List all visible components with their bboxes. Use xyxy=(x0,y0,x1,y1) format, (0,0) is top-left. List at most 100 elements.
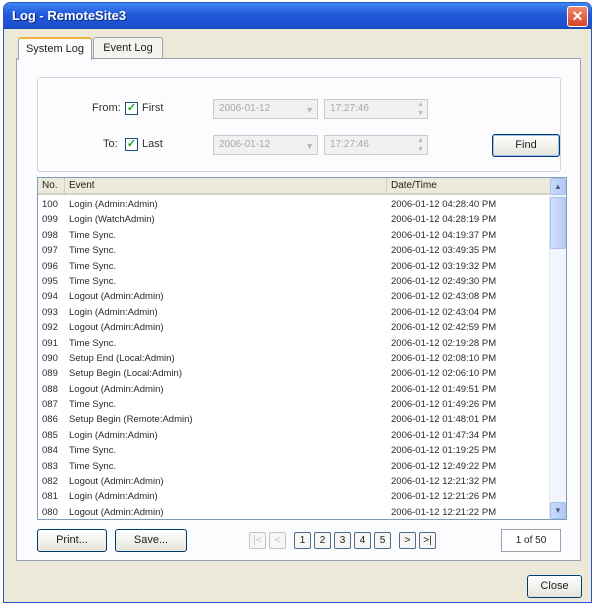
last-checkbox[interactable]: ✓ xyxy=(125,138,138,151)
table-row[interactable]: 090 Setup End (Local:Admin) 2006-01-12 02:… xyxy=(38,351,550,366)
row-number: 082 xyxy=(42,476,58,488)
last-label: Last xyxy=(142,138,163,150)
table-row[interactable]: 088 Logout (Admin:Admin) 2006-01-12 01:49:… xyxy=(38,382,550,397)
row-datetime: 2006-01-12 02:43:04 PM xyxy=(391,306,497,318)
table-row[interactable]: 086 Setup Begin (Remote:Admin) 2006-01-12 … xyxy=(38,412,550,427)
system-log-panel: From: ✓ First 2006-01-12 ▼ 17:27:46 ▲ ▼ T… xyxy=(16,58,581,561)
tab-system-log[interactable]: System Log xyxy=(18,37,92,60)
log-list[interactable]: No. Event Date/Time 100 Login (Admin:Admi… xyxy=(37,177,567,520)
row-number: 083 xyxy=(42,460,58,472)
tab-event-log[interactable]: Event Log xyxy=(93,37,163,59)
table-row[interactable]: 094 Logout (Admin:Admin) 2006-01-12 02:43:… xyxy=(38,289,550,304)
row-datetime: 2006-01-12 01:48:01 PM xyxy=(391,414,497,426)
table-row[interactable]: 091 Time Sync. 2006-01-12 02:19:28 PM xyxy=(38,336,550,351)
scroll-up-icon[interactable]: ▲ xyxy=(550,178,566,195)
title-bar[interactable]: Log - RemoteSite3 ✕ xyxy=(4,3,591,29)
table-row[interactable]: 095 Time Sync. 2006-01-12 02:49:30 PM xyxy=(38,274,550,289)
scroll-down-icon[interactable]: ▼ xyxy=(550,502,566,519)
table-row[interactable]: 097 Time Sync. 2006-01-12 03:49:35 PM xyxy=(38,243,550,258)
table-row[interactable]: 096 Time Sync. 2006-01-12 03:19:32 PM xyxy=(38,259,550,274)
table-row[interactable]: 081 Login (Admin:Admin) 2006-01-12 12:21:2… xyxy=(38,489,550,504)
page-button-1[interactable]: 1 xyxy=(294,532,311,549)
row-datetime: 2006-01-12 01:49:26 PM xyxy=(391,399,497,411)
spin-arrows-icon: ▲ ▼ xyxy=(417,137,424,153)
row-number: 098 xyxy=(42,229,58,241)
row-number: 094 xyxy=(42,291,58,303)
row-event: Logout (Admin:Admin) xyxy=(69,322,164,334)
table-row[interactable]: 093 Login (Admin:Admin) 2006-01-12 02:43:0… xyxy=(38,305,550,320)
row-datetime: 2006-01-12 12:21:32 PM xyxy=(391,476,497,488)
chevron-down-icon: ▼ xyxy=(305,141,314,151)
row-event: Time Sync. xyxy=(69,229,117,241)
row-number: 086 xyxy=(42,414,58,426)
column-header-event[interactable]: Event xyxy=(65,178,387,195)
row-event: Login (Admin:Admin) xyxy=(69,306,158,318)
row-event: Time Sync. xyxy=(69,399,117,411)
save-button[interactable]: Save... xyxy=(115,529,187,552)
from-time-value: 17:27:46 xyxy=(330,103,369,114)
page-button-4[interactable]: 4 xyxy=(354,532,371,549)
from-date-field[interactable]: 2006-01-12 ▼ xyxy=(213,99,318,119)
table-row[interactable]: 085 Login (Admin:Admin) 2006-01-12 01:47:3… xyxy=(38,428,550,443)
print-button[interactable]: Print... xyxy=(37,529,107,552)
row-number: 085 xyxy=(42,429,58,441)
column-header-no[interactable]: No. xyxy=(38,178,65,195)
column-header-datetime[interactable]: Date/Time xyxy=(387,178,550,195)
row-datetime: 2006-01-12 02:49:30 PM xyxy=(391,275,497,287)
scroll-thumb[interactable] xyxy=(550,197,566,249)
row-datetime: 2006-01-12 03:49:35 PM xyxy=(391,245,497,257)
row-datetime: 2006-01-12 12:49:22 PM xyxy=(391,460,497,472)
to-date-value: 2006-01-12 xyxy=(219,139,271,150)
row-event: Setup Begin (Remote:Admin) xyxy=(69,414,193,426)
row-number: 089 xyxy=(42,368,58,380)
close-button[interactable]: Close xyxy=(527,575,582,598)
last-page-button[interactable]: >| xyxy=(419,532,436,549)
row-datetime: 2006-01-12 01:47:34 PM xyxy=(391,429,497,441)
row-number: 090 xyxy=(42,352,58,364)
prev-page-button[interactable]: < xyxy=(269,532,286,549)
table-row[interactable]: 082 Logout (Admin:Admin) 2006-01-12 12:21:… xyxy=(38,474,550,489)
row-event: Login (Admin:Admin) xyxy=(69,429,158,441)
table-row[interactable]: 092 Logout (Admin:Admin) 2006-01-12 02:42:… xyxy=(38,320,550,335)
page-button-5[interactable]: 5 xyxy=(374,532,391,549)
row-datetime: 2006-01-12 01:19:25 PM xyxy=(391,445,497,457)
vertical-scrollbar[interactable]: ▲ ▼ xyxy=(549,178,566,519)
to-time-field[interactable]: 17:27:46 ▲ ▼ xyxy=(324,135,428,155)
row-event: Login (Admin:Admin) xyxy=(69,491,158,503)
log-window: Log - RemoteSite3 ✕ System Log Event Log… xyxy=(3,2,592,603)
first-page-button[interactable]: |< xyxy=(249,532,266,549)
next-page-button[interactable]: > xyxy=(399,532,416,549)
row-number: 093 xyxy=(42,306,58,318)
page-button-2[interactable]: 2 xyxy=(314,532,331,549)
row-number: 096 xyxy=(42,260,58,272)
row-event: Time Sync. xyxy=(69,460,117,472)
close-window-icon[interactable]: ✕ xyxy=(567,6,588,27)
row-event: Login (WatchAdmin) xyxy=(69,214,155,226)
row-number: 084 xyxy=(42,445,58,457)
from-label: From: xyxy=(92,102,121,114)
row-datetime: 2006-01-12 12:21:22 PM xyxy=(391,506,497,518)
table-row[interactable]: 080 Logout (Admin:Admin) 2006-01-12 12:21:… xyxy=(38,505,550,519)
row-event: Logout (Admin:Admin) xyxy=(69,476,164,488)
row-number: 080 xyxy=(42,506,58,518)
date-filter-group: From: ✓ First 2006-01-12 ▼ 17:27:46 ▲ ▼ T… xyxy=(37,77,561,172)
row-number: 100 xyxy=(42,199,58,210)
table-row[interactable]: 099 Login (WatchAdmin) 2006-01-12 04:28:19… xyxy=(38,212,550,227)
table-row[interactable]: 089 Setup Begin (Local:Admin) 2006-01-12 0… xyxy=(38,366,550,381)
from-time-field[interactable]: 17:27:46 ▲ ▼ xyxy=(324,99,428,119)
table-row[interactable]: 098 Time Sync. 2006-01-12 04:19:37 PM xyxy=(38,228,550,243)
row-datetime: 2006-01-12 02:42:59 PM xyxy=(391,322,497,334)
row-datetime: 2006-01-12 12:21:26 PM xyxy=(391,491,497,503)
table-row[interactable]: 100 Login (Admin:Admin) 2006-01-12 04:28:4… xyxy=(38,197,550,212)
table-row[interactable]: 087 Time Sync. 2006-01-12 01:49:26 PM xyxy=(38,397,550,412)
row-number: 099 xyxy=(42,214,58,226)
table-row[interactable]: 083 Time Sync. 2006-01-12 12:49:22 PM xyxy=(38,459,550,474)
find-button[interactable]: Find xyxy=(492,134,560,157)
row-event: Setup End (Local:Admin) xyxy=(69,352,175,364)
table-row[interactable]: 084 Time Sync. 2006-01-12 01:19:25 PM xyxy=(38,443,550,458)
page-button-3[interactable]: 3 xyxy=(334,532,351,549)
to-date-field[interactable]: 2006-01-12 ▼ xyxy=(213,135,318,155)
row-datetime: 2006-01-12 02:19:28 PM xyxy=(391,337,497,349)
row-number: 092 xyxy=(42,322,58,334)
first-checkbox[interactable]: ✓ xyxy=(125,102,138,115)
